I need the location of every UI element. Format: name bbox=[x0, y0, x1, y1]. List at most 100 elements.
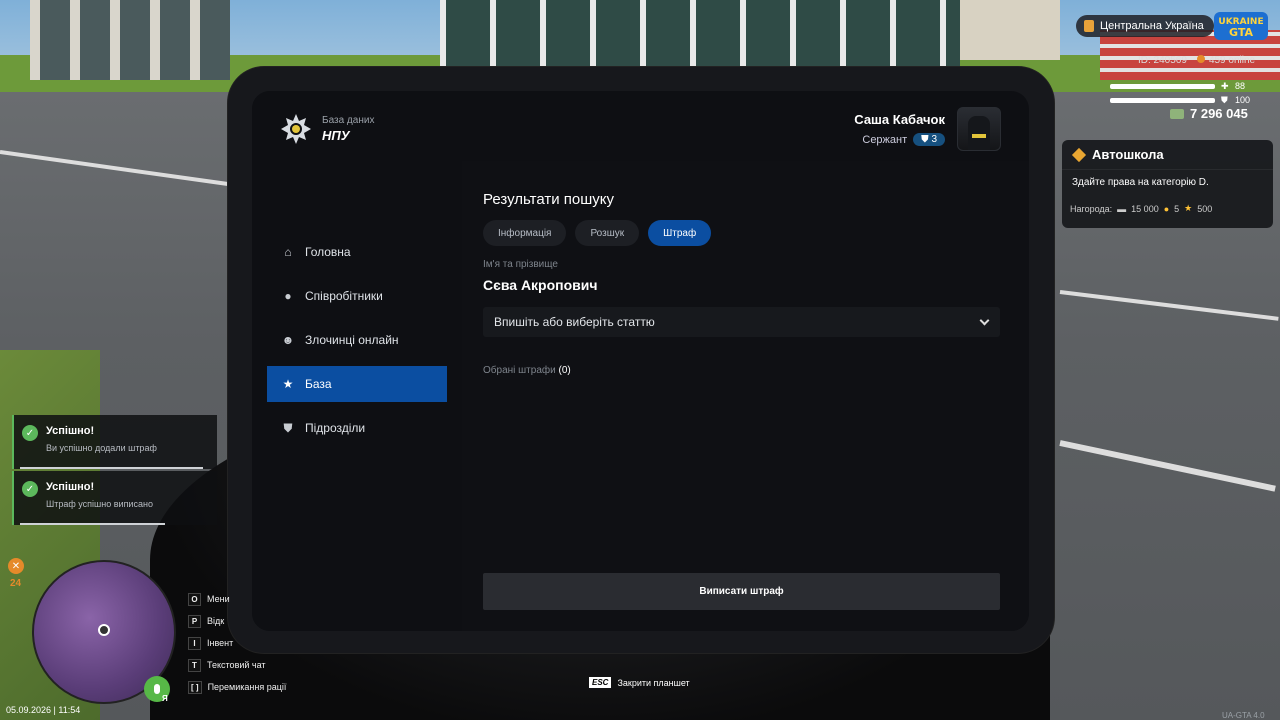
tab-info[interactable]: Інформація bbox=[483, 220, 567, 246]
quest-reward: Нагорода: ▬ 15 000 ● 5 ★ 500 bbox=[1062, 188, 1273, 214]
quest-description: Здайте права на категорію D. bbox=[1072, 177, 1209, 188]
sidebar-item-label: Головна bbox=[305, 245, 351, 259]
section-title: Результати пошуку bbox=[483, 191, 614, 208]
hint-label: Перемикання рації bbox=[207, 682, 287, 692]
check-icon: ✓ bbox=[22, 425, 38, 441]
building bbox=[30, 0, 230, 80]
game-logo: UKRAINE GTA bbox=[1214, 12, 1268, 40]
brand-subtitle: База даних bbox=[322, 115, 375, 126]
sidebar-item-units[interactable]: ⛊ Підрозділи bbox=[267, 410, 447, 446]
quest-diamond-icon bbox=[1071, 147, 1087, 162]
reward-cash: 15 000 bbox=[1131, 203, 1159, 214]
user-profile[interactable]: Саша Кабачок Сержант ⛊ 3 bbox=[854, 107, 1001, 151]
brand: База даних НПУ bbox=[280, 113, 374, 145]
building bbox=[440, 0, 960, 68]
health-bar bbox=[1110, 84, 1215, 89]
tab-wanted[interactable]: Розшук bbox=[575, 220, 640, 246]
armor-bar bbox=[1110, 98, 1215, 103]
person-name: Сєва Акропович bbox=[483, 277, 598, 293]
notification-text: Ви успішно додали штраф bbox=[46, 443, 157, 453]
check-icon: ✓ bbox=[22, 481, 38, 497]
hunger-value: 24 bbox=[10, 578, 22, 589]
key-cap: I bbox=[188, 636, 201, 650]
star-icon: ★ bbox=[1184, 203, 1193, 213]
armor-value: 100 bbox=[1235, 95, 1251, 105]
sidebar-item-database[interactable]: ★ База bbox=[267, 366, 447, 402]
notification-title: Успішно! bbox=[46, 481, 95, 493]
hint-row: [ ] Перемикання рації bbox=[188, 676, 286, 698]
hint-row: O Мени bbox=[188, 588, 286, 610]
version-label: UA-GTA 4.0 bbox=[1222, 711, 1265, 720]
sidebar: База даних НПУ ⌂ Головна ● Співробітники… bbox=[252, 91, 462, 631]
hint-row: P Відк bbox=[188, 610, 286, 632]
chevron-down-icon bbox=[979, 315, 990, 325]
armor-icon: ⛊ bbox=[1221, 95, 1228, 105]
sidebar-item-label: Співробітники bbox=[305, 289, 383, 303]
shield-icon: ⛊ bbox=[283, 420, 293, 435]
notification-progress bbox=[20, 467, 204, 469]
health-icon: ✚ bbox=[1221, 81, 1229, 91]
sidebar-item-label: Злочинці онлайн bbox=[305, 333, 399, 347]
mic-label: Я bbox=[162, 694, 168, 703]
notification-success: ✓ Успішно! Ви успішно додали штраф bbox=[12, 415, 217, 469]
sidebar-item-label: База bbox=[305, 377, 332, 391]
star-icon: ★ bbox=[282, 377, 294, 391]
health-value: 88 bbox=[1235, 81, 1246, 91]
hint-label: Текстовий чат bbox=[207, 660, 266, 670]
notification-text: Штраф успішно виписано bbox=[46, 499, 153, 509]
hint-label: Інвент bbox=[207, 638, 234, 648]
esc-key: ESC bbox=[589, 677, 612, 688]
hint-label: Мени bbox=[207, 594, 230, 604]
reward-label: Нагорода: bbox=[1070, 203, 1113, 214]
quest-header: Автошкола bbox=[1062, 140, 1273, 170]
rank-level-badge: ⛊ 3 bbox=[913, 133, 945, 146]
user-rank: Сержант ⛊ 3 bbox=[854, 133, 945, 146]
sidebar-nav: ⌂ Головна ● Співробітники ☻ Злочинці онл… bbox=[267, 234, 447, 454]
sidebar-item-employees[interactable]: ● Співробітники bbox=[267, 278, 447, 314]
tab-fine[interactable]: Штраф bbox=[648, 220, 712, 246]
selected-fines: Обрані штрафи (0) bbox=[483, 365, 571, 376]
sidebar-item-criminals-online[interactable]: ☻ Злочинці онлайн bbox=[267, 322, 447, 358]
reward-coins: 5 bbox=[1174, 203, 1180, 214]
rank-level: 3 bbox=[931, 134, 937, 145]
cash-icon bbox=[1170, 108, 1184, 119]
hunger-icon: ✕ bbox=[8, 558, 24, 574]
notification-success: ✓ Успішно! Штраф успішно виписано bbox=[12, 471, 217, 525]
selected-fines-count: (0) bbox=[558, 365, 571, 376]
logo-text-2: GTA bbox=[1229, 26, 1253, 39]
criminal-icon: ☻ bbox=[281, 333, 295, 347]
date-time: 05.09.2026 | 11:54 bbox=[6, 705, 81, 715]
close-tablet-hint[interactable]: ESC Закрити планшет bbox=[589, 677, 690, 688]
cash-icon: ▬ bbox=[1117, 203, 1127, 214]
hint-row: T Текстовий чат bbox=[188, 654, 286, 676]
reward-stars: 500 bbox=[1197, 203, 1213, 214]
issue-fine-button[interactable]: Виписати штраф bbox=[483, 573, 1000, 610]
rank-label: Сержант bbox=[862, 133, 908, 146]
avatar-figure bbox=[968, 116, 990, 150]
sidebar-item-home[interactable]: ⌂ Головна bbox=[267, 234, 447, 270]
article-select[interactable]: Впишіть або виберіть статтю bbox=[483, 307, 1000, 337]
money-display: 7 296 045 bbox=[1170, 106, 1248, 121]
tab-bar: Інформація Розшук Штраф bbox=[483, 220, 712, 246]
article-placeholder: Впишіть або виберіть статтю bbox=[494, 315, 655, 329]
region-indicator: Центральна Україна bbox=[1076, 15, 1214, 37]
server-stats: ID: 240569 459 online bbox=[1138, 55, 1255, 66]
people-icon: ● bbox=[284, 289, 292, 303]
quest-card[interactable]: Автошкола Здайте права на категорію D. Н… bbox=[1062, 140, 1273, 228]
notification-title: Успішно! bbox=[46, 425, 95, 437]
close-tablet-label: Закрити планшет bbox=[617, 677, 690, 688]
key-cap: P bbox=[188, 614, 201, 628]
region-name: Центральна Україна bbox=[1100, 20, 1204, 32]
mic-capsule bbox=[154, 684, 160, 694]
money-value: 7 296 045 bbox=[1190, 106, 1248, 121]
avatar bbox=[957, 107, 1001, 151]
sidebar-item-label: Підрозділи bbox=[305, 421, 366, 435]
key-cap: T bbox=[188, 658, 201, 672]
name-label: Ім'я та прізвище bbox=[483, 259, 558, 270]
brand-name: НПУ bbox=[322, 128, 350, 143]
selected-fines-label: Обрані штрафи bbox=[483, 365, 556, 376]
region-flag-icon bbox=[1084, 20, 1094, 32]
quest-title: Автошкола bbox=[1092, 147, 1164, 162]
tablet-screen: База даних НПУ ⌂ Головна ● Співробітники… bbox=[252, 91, 1029, 631]
notification-progress bbox=[20, 523, 165, 525]
